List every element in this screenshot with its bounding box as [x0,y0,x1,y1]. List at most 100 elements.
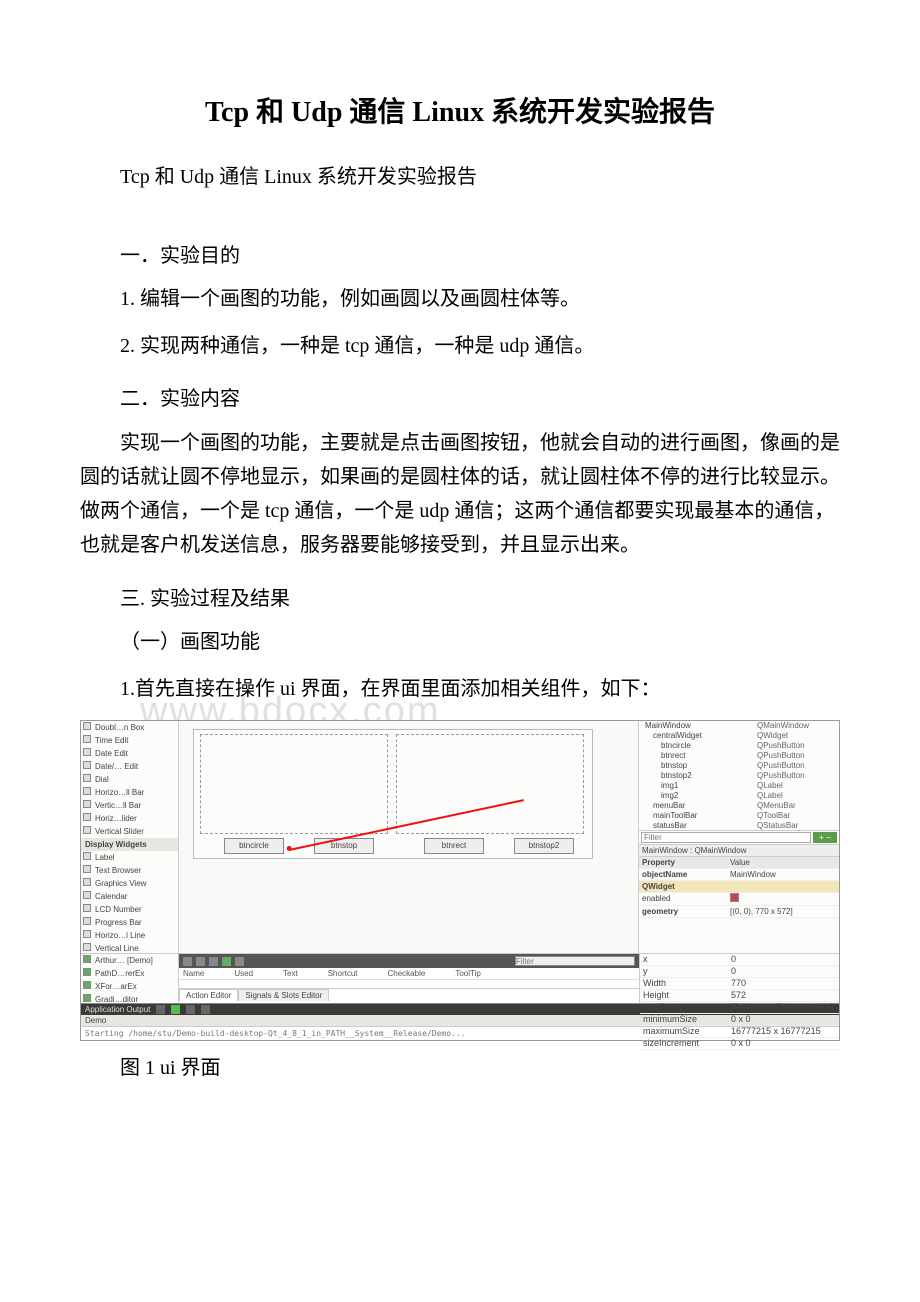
widget-label: Horiz…lider [95,814,137,823]
widget-item[interactable]: Gradi…ditor [81,993,178,1003]
widget-label: Gradi…ditor [95,995,138,1003]
tab-signals-slots[interactable]: Signals & Slots Editor [238,989,329,1001]
widget-item[interactable]: Vertical Slider [81,825,178,838]
tree-row[interactable]: img1QLabel [639,781,839,791]
property-row[interactable]: minimumSize0 x 0 [640,1014,839,1026]
property-row[interactable]: enabled [639,893,839,906]
widget-label: Vertical Slider [95,827,144,836]
checkbox-icon[interactable] [730,893,739,902]
tree-row[interactable]: statusBarQStatusBar [639,821,839,831]
widget-item[interactable]: Graphics View [81,877,178,890]
property-editor[interactable]: Property Value objectNameMainWindowQWidg… [639,857,839,918]
doc-title: Tcp 和 Udp 通信 Linux 系统开发实验报告 [80,90,840,130]
widget-label: Vertic…ll Bar [95,801,141,810]
widget-item[interactable]: Date/… Edit [81,760,178,773]
tab-action-editor[interactable]: Action Editor [179,989,238,1001]
tree-class-name: QPushButton [757,761,837,771]
widget-item[interactable]: Dial [81,773,178,786]
filter-input[interactable] [641,832,811,843]
section-purpose: 一．实验目的 [80,239,840,268]
subsection-draw: （一）画图功能 [80,626,840,658]
widget-item[interactable]: Time Edit [81,734,178,747]
property-name: objectName [639,869,727,880]
property-row[interactable]: QWidget [639,881,839,893]
action-ok-icon[interactable] [222,957,231,966]
property-row[interactable]: Height572 [640,990,839,1002]
prop-header-value: Value [727,857,839,868]
property-row[interactable]: sizePolicy[Preferred, Preferred, 0, 0 [640,1002,839,1014]
output-icon-2[interactable] [186,1005,195,1014]
btn-rect[interactable]: btnrect [424,838,484,854]
tree-row[interactable]: btnrectQPushButton [639,751,839,761]
label-img1[interactable] [200,734,388,834]
widget-item[interactable]: Doubl…n Box [81,721,178,734]
action-column-header[interactable]: Checkable [388,969,426,978]
widget-box-panel: Doubl…n BoxTime EditDate EditDate/… Edit… [81,721,179,953]
property-row[interactable]: geometry[(0, 0), 770 x 572] [639,906,839,918]
btn-circle[interactable]: btncircle [224,838,284,854]
property-row[interactable]: y0 [640,966,839,978]
tree-row[interactable]: centralWidgetQWidget [639,731,839,741]
tree-class-name: QPushButton [757,741,837,751]
property-row[interactable]: objectNameMainWindow [639,869,839,881]
tree-row[interactable]: btnstop2QPushButton [639,771,839,781]
widget-item[interactable]: Progress Bar [81,916,178,929]
widget-item[interactable]: XFor…arEx [81,980,178,993]
tree-row[interactable]: menuBarQMenuBar [639,801,839,811]
output-icon-3[interactable] [201,1005,210,1014]
widget-item[interactable]: Horiz…lider [81,812,178,825]
action-column-header[interactable]: ToolTip [455,969,481,978]
step-1: 1.首先直接在操作 ui 界面，在界面里面添加相关组件，如下： [80,673,840,705]
action-new-icon[interactable] [183,957,192,966]
property-value: 770 [728,978,839,989]
widget-item[interactable]: LCD Number [81,903,178,916]
property-name: sizePolicy [640,1002,728,1013]
action-copy-icon[interactable] [196,957,205,966]
widget-item[interactable]: Horizo…ll Bar [81,786,178,799]
widget-item[interactable]: Vertic…ll Bar [81,799,178,812]
widget-item[interactable]: Label [81,851,178,864]
action-column-header[interactable]: Text [283,969,298,978]
tree-row[interactable]: img2QLabel [639,791,839,801]
property-value: 572 [728,990,839,1001]
widget-label: PathD…rerEx [95,969,144,978]
property-row[interactable]: x0 [640,954,839,966]
tree-row[interactable]: btncircleQPushButton [639,741,839,751]
widget-item[interactable]: PathD…rerEx [81,967,178,980]
property-row[interactable]: sizeIncrement0 x 0 [640,1038,839,1050]
label-img2[interactable] [396,734,584,834]
widget-item[interactable]: Horizo…l Line [81,929,178,942]
tree-row[interactable]: btnstopQPushButton [639,761,839,771]
action-column-header[interactable]: Name [183,969,204,978]
output-icon-run[interactable] [171,1005,180,1014]
property-row[interactable]: maximumSize16777215 x 16777215 [640,1026,839,1038]
property-value: 0 [728,954,839,965]
widget-item[interactable]: Date Edit [81,747,178,760]
btn-stop2[interactable]: btnstop2 [514,838,574,854]
action-paste-icon[interactable] [209,957,218,966]
property-context: MainWindow : QMainWindow [639,845,839,857]
widget-item[interactable]: Arthur… [Demo] [81,954,178,967]
property-row[interactable]: Width770 [640,978,839,990]
tree-row[interactable]: mainToolBarQToolBar [639,811,839,821]
filter-bar: + − [639,831,839,845]
tree-object-name: btnstop [641,761,757,771]
btn-stop[interactable]: btnstop [314,838,374,854]
tree-row[interactable]: MainWindowQMainWindow [639,721,839,731]
widget-icon [83,774,91,782]
action-filter-input[interactable] [515,956,635,966]
widget-icon [83,930,91,938]
property-name: enabled [639,893,727,905]
action-column-header[interactable]: Shortcut [328,969,358,978]
widget-item[interactable]: Vertical Line [81,942,178,953]
widget-item[interactable]: Calendar [81,890,178,903]
action-column-header[interactable]: Used [234,969,253,978]
add-remove-buttons[interactable]: + − [813,832,837,843]
property-name: Height [640,990,728,1001]
widget-icon [83,813,91,821]
widget-item[interactable]: Text Browser [81,864,178,877]
object-inspector[interactable]: MainWindowQMainWindowcentralWidgetQWidge… [639,721,839,831]
widget-item[interactable]: Display Widgets [81,838,178,851]
output-icon-1[interactable] [156,1005,165,1014]
action-config-icon[interactable] [235,957,244,966]
